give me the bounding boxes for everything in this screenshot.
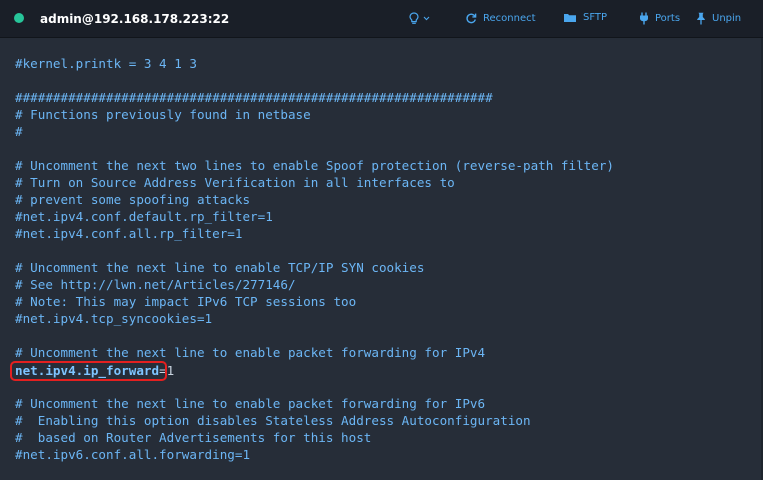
sftp-label: SFTP [583,12,608,23]
ip-forward-value: 1 [166,363,175,378]
terminal-line: # See http://lwn.net/Articles/277146/ [15,277,296,292]
terminal-line: # Functions previously found in netbase [15,107,311,122]
ports-button[interactable]: Ports [639,12,680,25]
sftp-button[interactable]: SFTP [563,12,607,23]
plug-icon [639,12,649,25]
chevron-down-icon [423,16,430,21]
unpin-label: Unpin [712,13,742,24]
toolbar: Reconnect SFTP Ports Unpin [0,0,763,38]
terminal-line: #kernel.printk = 3 4 1 3 [15,56,197,71]
ports-label: Ports [655,13,681,24]
terminal-line: # Uncomment the next line to enable pack… [15,345,486,360]
reconnect-button[interactable]: Reconnect [465,12,536,24]
ip-forward-equals: = [159,363,167,378]
unpin-button[interactable]: Unpin [696,12,741,25]
terminal-line: # based on Router Advertisements for thi… [15,430,372,445]
terminal-line: # Note: This may impact IPv6 TCP session… [15,294,357,309]
ssh-terminal-window: admin@192.168.178.223:22 Reconnect SFTP … [0,0,763,480]
terminal-line: # Uncomment the next line to enable pack… [15,396,486,411]
terminal-line: #net.ipv4.conf.default.rp_filter=1 [15,209,273,224]
reconnect-label: Reconnect [483,12,536,24]
terminal-line: # prevent some spoofing attacks [15,192,251,207]
terminal-line: #net.ipv4.tcp_syncookies=1 [15,311,213,326]
terminal-line: #net.ipv4.conf.all.rp_filter=1 [15,226,243,241]
title-bar: admin@192.168.178.223:22 Reconnect SFTP … [0,0,763,38]
pin-icon [696,12,706,25]
terminal-line: # Uncomment the next two lines to enable… [15,158,614,173]
ip-forward-key: net.ipv4.ip_forward [15,363,160,378]
terminal-line: # Uncomment the next line to enable TCP/… [15,260,425,275]
folder-icon [563,12,577,23]
terminal-line: # Turn on Source Address Verification in… [15,175,455,190]
terminal-output[interactable]: #kernel.printk = 3 4 1 3 ###############… [0,38,763,480]
theme-toggle-button[interactable] [409,12,430,25]
terminal-line: ########################################… [15,90,493,105]
terminal-line: #net.ipv6.conf.all.forwarding=1 [15,447,251,462]
lightbulb-icon [409,12,419,25]
ip-forward-line: net.ipv4.ip_forward=1 [15,362,174,379]
terminal-line: # Enabling this option disables Stateles… [15,413,531,428]
refresh-icon [465,12,477,24]
terminal-line: # [15,124,23,139]
